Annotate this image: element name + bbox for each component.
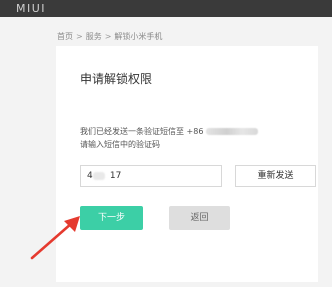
red-arrow-annotation [30, 216, 80, 260]
